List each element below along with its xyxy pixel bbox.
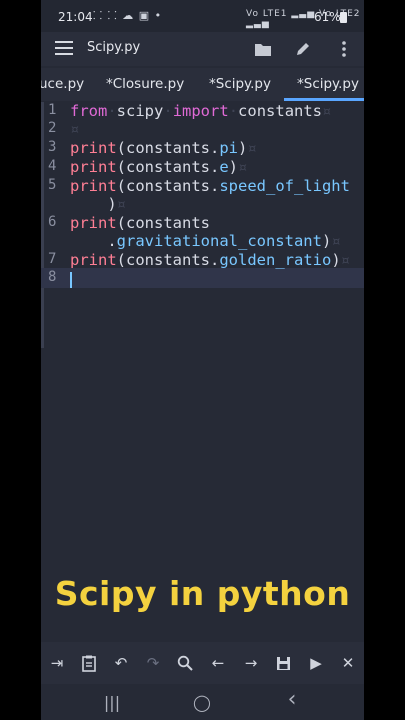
code-text: (constants. xyxy=(116,251,220,269)
run-icon[interactable]: ▶ xyxy=(304,652,328,674)
home-icon[interactable]: ◯ xyxy=(187,692,217,712)
line-number: 5 xyxy=(48,177,57,193)
pencil-icon[interactable] xyxy=(291,37,315,61)
code-line-7: print(constants.golden_ratio)¤ xyxy=(70,251,350,269)
search-icon[interactable] xyxy=(173,652,197,674)
notification-icons: ⸬ ⸬ ☁ ▣ • xyxy=(93,9,163,22)
line-number: 3 xyxy=(48,139,57,155)
editor-bottom-toolbar: ⇥ ↶ ↷ ← → ▶ ✕ xyxy=(41,642,364,684)
recents-icon[interactable]: ||| xyxy=(97,692,127,712)
code-text: (constants xyxy=(116,214,210,232)
clipboard-icon[interactable] xyxy=(77,652,101,674)
status-time: 21:04 xyxy=(58,10,93,24)
status-bar: 21:04 ⸬ ⸬ ☁ ▣ • Vo LTE1 ▂▃▅ Vo LTE2 ▂▃▅ … xyxy=(41,0,364,32)
code-text: . xyxy=(107,232,117,250)
code-text: ) xyxy=(321,232,332,250)
function-name: print xyxy=(70,214,117,232)
function-name: print xyxy=(70,251,117,269)
code-line-6: print(constants xyxy=(70,214,210,232)
active-tab-indicator xyxy=(284,98,364,101)
code-line-4: print(constants.e)¤ xyxy=(70,158,248,176)
tab-reduce[interactable]: uce.py xyxy=(41,76,84,92)
text-caret xyxy=(70,272,72,288)
tab-indent-icon[interactable]: ⇥ xyxy=(45,652,69,674)
hamburger-icon[interactable] xyxy=(55,41,73,55)
code-text: ) xyxy=(228,158,239,176)
attribute-name: speed_of_light xyxy=(219,177,350,195)
close-icon[interactable]: ✕ xyxy=(336,652,360,674)
import-name: constants xyxy=(238,102,323,120)
line-number: 6 xyxy=(48,214,57,230)
function-name: print xyxy=(70,139,117,157)
phone-screen: 21:04 ⸬ ⸬ ☁ ▣ • Vo LTE1 ▂▃▅ Vo LTE2 ▂▃▅ … xyxy=(41,0,364,720)
arrow-left-icon[interactable]: ← xyxy=(206,652,230,674)
current-line-highlight xyxy=(41,268,364,288)
code-line-5: print(constants.speed_of_light xyxy=(70,177,350,195)
code-text: ) xyxy=(238,139,248,157)
save-icon[interactable] xyxy=(271,652,295,674)
editor-scrollbar[interactable] xyxy=(41,102,44,348)
module-name: scipy xyxy=(116,102,164,120)
code-text: (constants. xyxy=(116,177,220,195)
undo-icon[interactable]: ↶ xyxy=(109,652,133,674)
code-line-2: ¤ xyxy=(70,120,80,138)
code-line-3: print(constants.pi)¤ xyxy=(70,139,257,157)
line-number: 8 xyxy=(48,269,57,285)
code-text: ) xyxy=(107,195,117,213)
more-vertical-icon[interactable] xyxy=(332,37,356,61)
attribute-name: golden_ratio xyxy=(219,251,332,269)
code-line-6-wrap: .gravitational_constant)¤ xyxy=(107,232,341,250)
attribute-name: e xyxy=(219,158,229,176)
folder-icon[interactable] xyxy=(251,37,275,61)
file-tabs: uce.py *Closure.py *Scipy.py *Scipy.py xyxy=(41,68,364,101)
system-nav-bar: ||| ◯ ‹ xyxy=(41,684,364,720)
keyword: import xyxy=(172,102,229,120)
code-text: (constants. xyxy=(116,158,220,176)
attribute-name: pi xyxy=(219,139,238,157)
attribute-name: gravitational_constant xyxy=(116,232,322,250)
line-number: 4 xyxy=(48,158,57,174)
tab-scipy-1[interactable]: *Scipy.py xyxy=(209,76,271,92)
code-editor[interactable]: 1 2 3 4 5 6 7 8 from·scipy·import·consta… xyxy=(41,102,364,642)
tab-scipy-active[interactable]: *Scipy.py xyxy=(297,76,359,92)
battery-level: 61% xyxy=(314,10,341,24)
redo-icon[interactable]: ↷ xyxy=(141,652,165,674)
keyword: from xyxy=(70,102,108,120)
arrow-right-icon[interactable]: → xyxy=(239,652,263,674)
file-title: Scipy.py xyxy=(87,40,141,55)
battery-icon xyxy=(340,12,347,23)
app-toolbar: Scipy.py xyxy=(41,32,364,66)
function-name: print xyxy=(70,158,117,176)
tab-closure[interactable]: *Closure.py xyxy=(106,76,184,92)
function-name: print xyxy=(70,177,117,195)
code-line-1: from·scipy·import·constants¤ xyxy=(70,102,332,120)
video-caption: Scipy in python xyxy=(54,574,351,613)
line-number: 7 xyxy=(48,251,57,267)
code-text: (constants. xyxy=(116,139,220,157)
back-icon[interactable]: ‹ xyxy=(277,687,307,712)
code-text: ) xyxy=(331,251,341,269)
line-number: 1 xyxy=(48,102,57,118)
line-number: 2 xyxy=(48,120,57,136)
code-line-5-wrap: )¤ xyxy=(107,195,127,213)
